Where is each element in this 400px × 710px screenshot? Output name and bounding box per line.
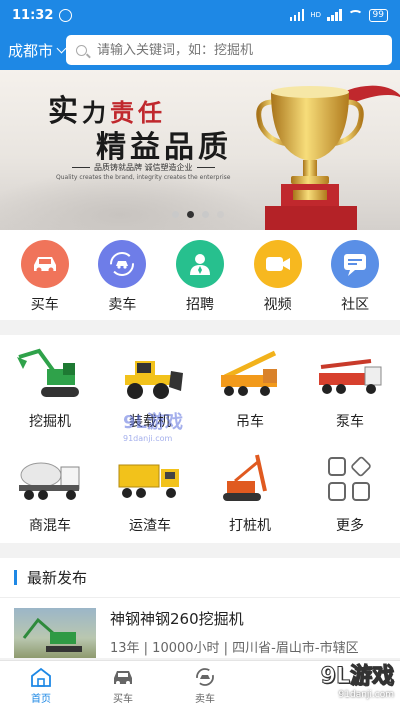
quick-label: 招聘 [185, 297, 214, 313]
slogan-char: 实 [48, 94, 82, 129]
carousel-dot[interactable] [217, 211, 224, 218]
category-pile-driver[interactable]: 打桩机 [200, 439, 300, 543]
listing-thumbnail [14, 608, 96, 658]
category-label: 打桩机 [229, 518, 271, 534]
watermark-url: 91danji.com [338, 690, 394, 700]
carousel-indicator[interactable] [172, 211, 224, 218]
loader-icon [125, 361, 183, 399]
carousel-dot-active[interactable] [187, 211, 194, 218]
more-grid-icon [328, 455, 373, 501]
category-label: 运渣车 [129, 518, 171, 534]
sell-car-icon [98, 240, 147, 288]
quick-sell-car[interactable]: 卖车 [90, 240, 154, 320]
video-icon [253, 240, 302, 288]
quick-buy-car[interactable]: 买车 [13, 240, 77, 320]
center-watermark: 9L游戏 91danji.com [123, 408, 183, 443]
tab-label: 首页 [31, 694, 51, 705]
signal-icon-2 [327, 9, 342, 21]
quick-video[interactable]: 视频 [246, 240, 310, 320]
dump-truck-icon [118, 464, 179, 498]
category-dump-truck[interactable]: 运渣车 [100, 439, 200, 543]
person-icon [175, 240, 224, 288]
quick-label: 社区 [341, 297, 370, 313]
center-watermark-title: 9L游戏 [123, 412, 183, 433]
pump-truck-icon [319, 359, 382, 394]
tab-home[interactable]: 首页 [0, 661, 82, 710]
signal-icon [289, 9, 305, 21]
category-excavator[interactable]: 挖掘机 [0, 335, 100, 439]
category-label: 商混车 [29, 518, 71, 534]
excavator-icon [17, 348, 79, 397]
quick-community[interactable]: 社区 [323, 240, 387, 320]
wifi-icon [347, 9, 363, 21]
quick-actions: 买车 卖车 招聘 视频 社区 [0, 230, 400, 320]
mixer-truck-icon [19, 462, 80, 500]
tab-label: 卖车 [195, 694, 215, 705]
latest-section: 最新发布 神钢神钢260挖掘机 13年 | 10000小时 | 四川省-眉山市-… [0, 558, 400, 658]
chevron-down-icon [56, 43, 67, 53]
listing-meta: 13年 | 10000小时 | 四川省-眉山市-市辖区 [110, 641, 359, 656]
category-pump-truck[interactable]: 泵车 [300, 335, 400, 439]
status-time: 11:32 [12, 7, 54, 23]
car-icon [114, 671, 132, 685]
category-label: 更多 [336, 518, 364, 534]
category-label: 挖掘机 [29, 414, 71, 430]
quick-jobs[interactable]: 招聘 [168, 240, 232, 320]
category-mixer-truck[interactable]: 商混车 [0, 439, 100, 543]
chat-icon [331, 240, 380, 288]
pile-driver-icon [223, 454, 267, 501]
category-grid: 挖掘机 装载机 吊车 泵车 商混车 运渣车 打桩机 更多 [0, 335, 400, 543]
top-bar: 成都市 [0, 30, 400, 70]
watermark-title: 9L游戏 [320, 664, 394, 690]
trophy-icon [256, 86, 364, 230]
search-input[interactable] [97, 42, 317, 58]
category-crane[interactable]: 吊车 [200, 335, 300, 439]
status-bar: 11:32 HD 99 [0, 0, 400, 30]
city-label: 成都市 [8, 41, 54, 60]
latest-header: 最新发布 [0, 558, 400, 598]
carousel-dot[interactable] [172, 211, 179, 218]
car-icon [20, 240, 69, 288]
network-label: HD [310, 11, 322, 19]
quick-label: 卖车 [108, 297, 137, 313]
banner-tagline: 品质铸就品牌 诚信塑造企业 [72, 162, 215, 173]
crane-icon [221, 350, 277, 396]
corner-watermark: 9L游戏 91danji.com [279, 658, 394, 702]
tab-label: 买车 [113, 694, 133, 705]
listing-title: 神钢神钢260挖掘机 [110, 610, 244, 628]
banner-tagline-en: Quality creates the brand, integrity cre… [56, 174, 231, 181]
section-accent-bar [14, 570, 17, 585]
home-icon [31, 667, 51, 687]
bottom-tab-bar: 首页 买车 卖车 9L游戏 91danji.com [0, 660, 400, 710]
carousel-dot[interactable] [202, 211, 209, 218]
city-selector[interactable]: 成都市 [8, 40, 67, 61]
sell-car-icon [196, 668, 214, 686]
promo-banner[interactable]: 实力责任 精益品质 品质铸就品牌 诚信塑造企业 Quality creates … [0, 70, 400, 230]
tab-sell-car[interactable]: 卖车 [164, 661, 246, 710]
quick-label: 买车 [30, 297, 59, 313]
excavator-photo-icon [22, 617, 82, 652]
tab-buy-car[interactable]: 买车 [82, 661, 164, 710]
alarm-icon [59, 8, 73, 22]
latest-heading: 最新发布 [27, 569, 88, 587]
category-label: 泵车 [336, 414, 364, 430]
quick-label: 视频 [263, 297, 292, 313]
center-watermark-url: 91danji.com [123, 434, 173, 443]
search-box[interactable] [66, 35, 392, 65]
battery-icon: 99 [368, 8, 388, 22]
category-label: 吊车 [236, 414, 264, 430]
category-more[interactable]: 更多 [300, 439, 400, 543]
search-icon [76, 44, 87, 56]
banner-slogan-line2: 精益品质 [96, 130, 232, 165]
